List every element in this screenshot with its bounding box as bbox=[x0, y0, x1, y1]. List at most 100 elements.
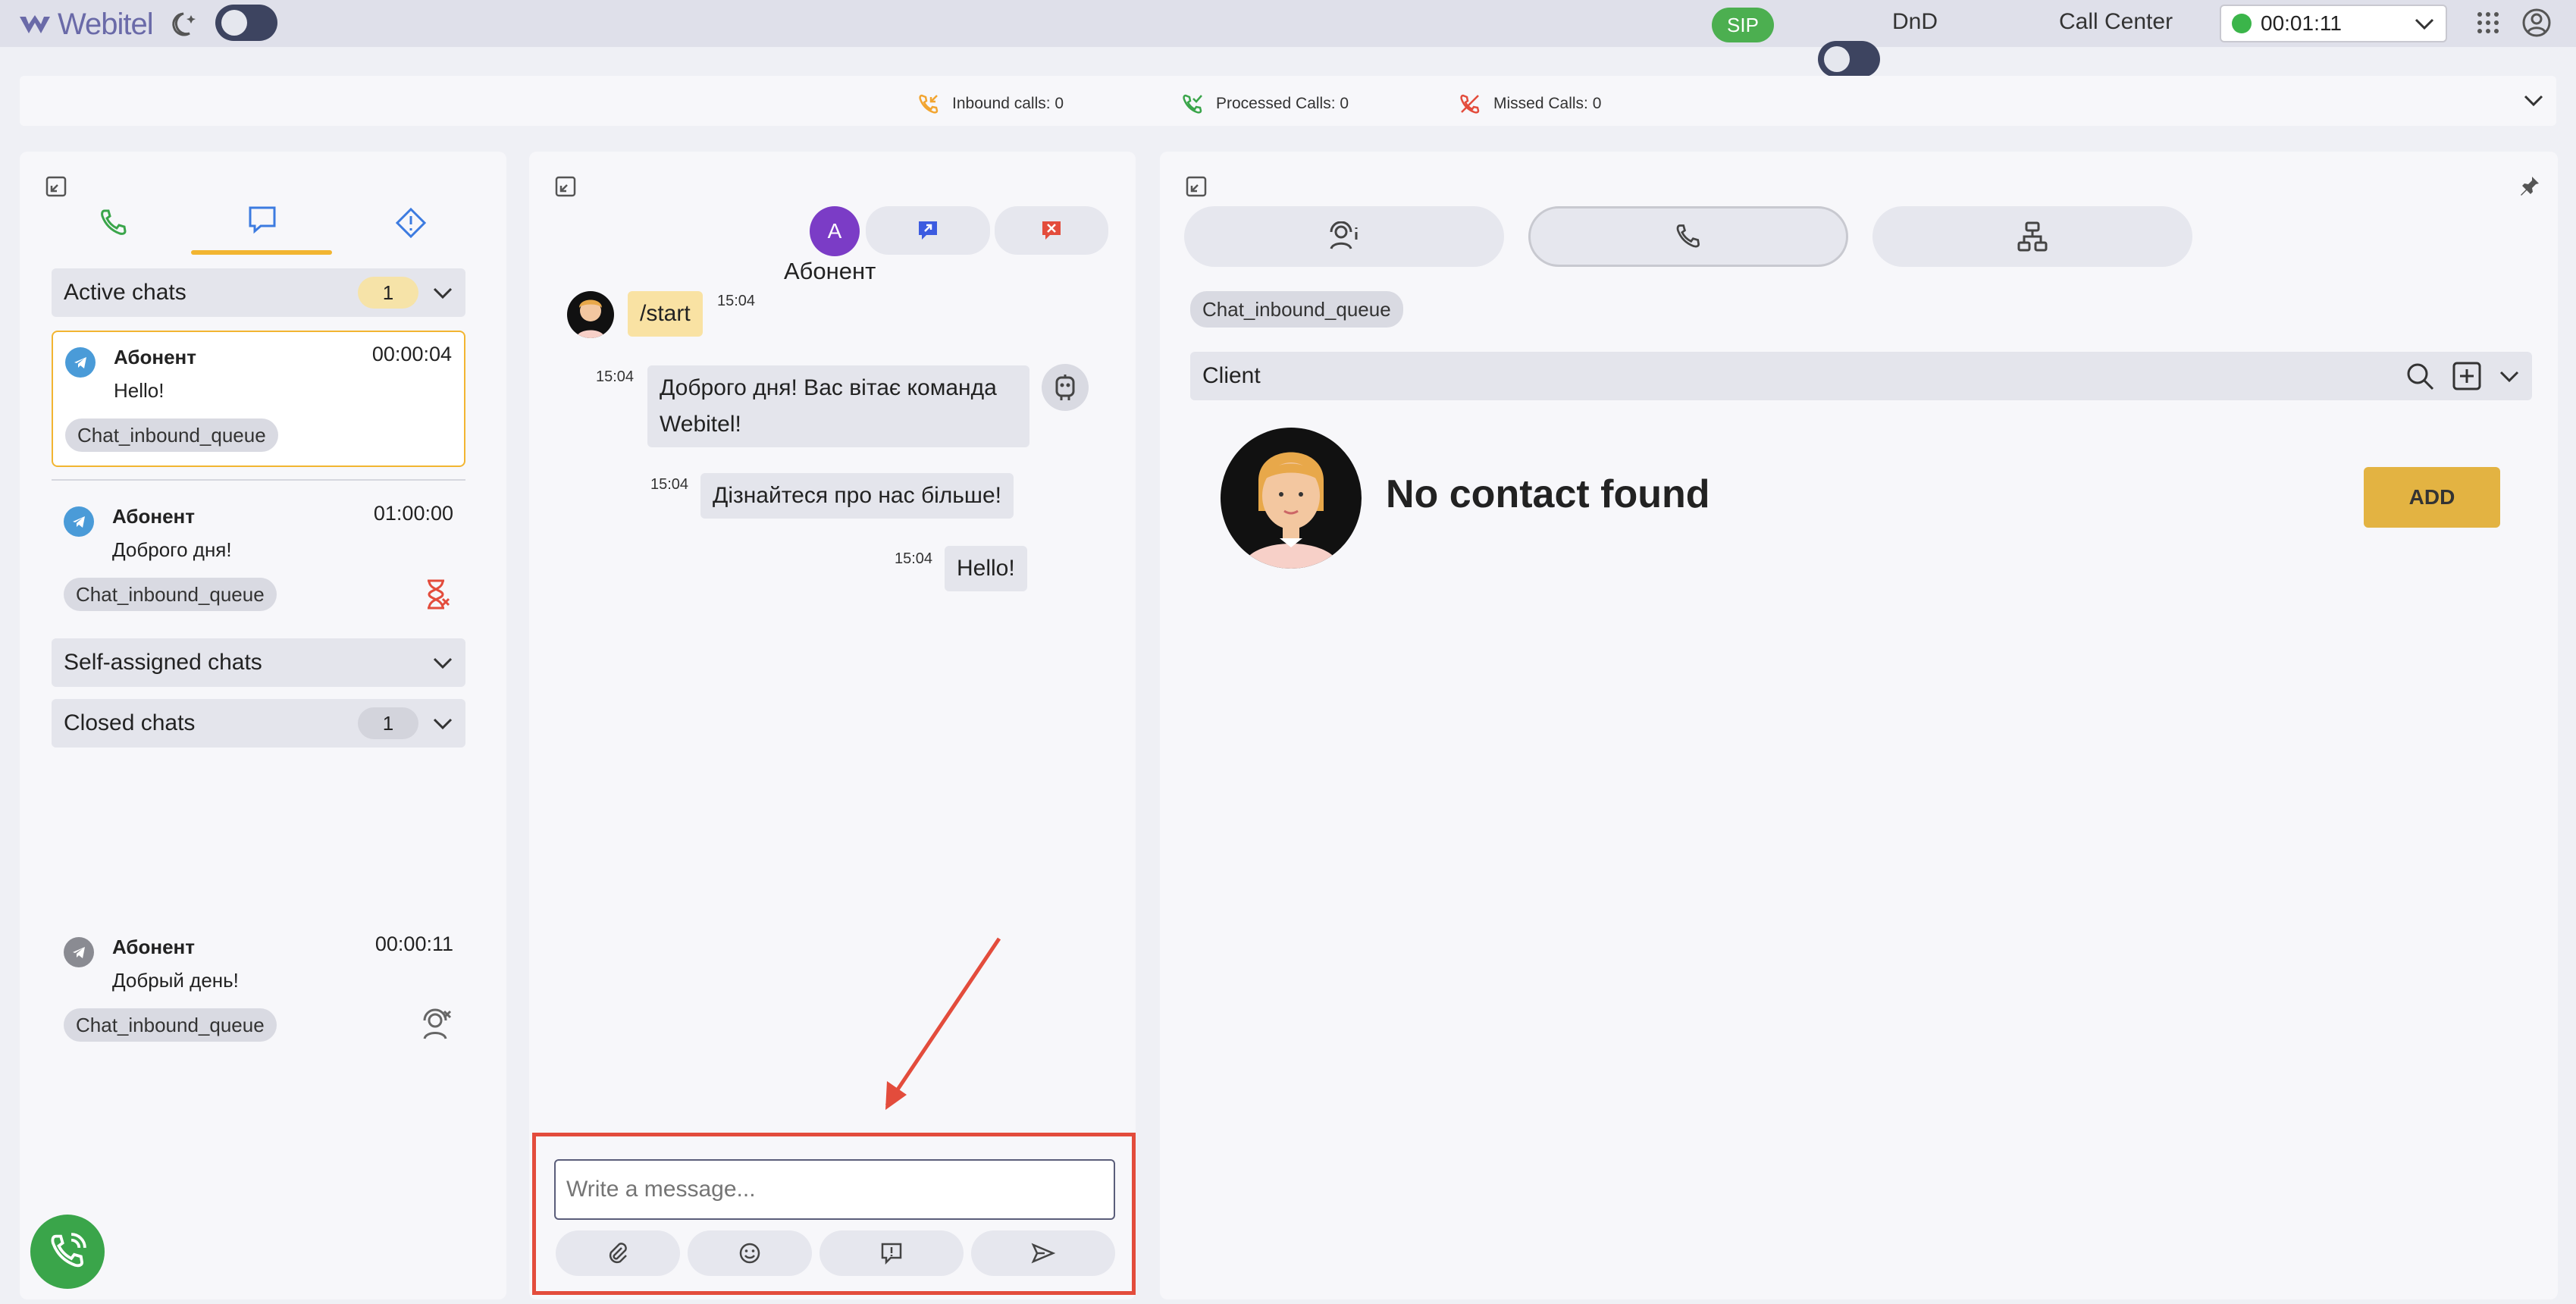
sip-status-badge: SIP bbox=[1712, 8, 1774, 42]
chevron-down-icon bbox=[2415, 18, 2434, 30]
inbound-calls-text: Inbound calls: 0 bbox=[952, 95, 1064, 112]
chat-last-message: Добрый день! bbox=[112, 969, 239, 992]
active-tab-underline bbox=[191, 250, 332, 255]
user-account-icon[interactable] bbox=[2521, 8, 2552, 38]
status-timer: 00:01:11 bbox=[2261, 11, 2342, 35]
missed-calls-text: Missed Calls: 0 bbox=[1493, 95, 1602, 112]
robot-icon bbox=[1055, 375, 1075, 400]
emoji-icon bbox=[739, 1243, 760, 1264]
chat-timer: 00:00:11 bbox=[374, 933, 453, 955]
collapse-icon[interactable] bbox=[45, 176, 67, 197]
chat-list-panel: Active chats 1 Абонент 00:00:04 Hello! C… bbox=[20, 152, 506, 1299]
missed-calls-stat: Missed Calls: 0 bbox=[1459, 92, 1601, 115]
message-time: 15:04 bbox=[596, 368, 635, 385]
agent-status-select[interactable]: 00:01:11 bbox=[2220, 5, 2447, 42]
logo-text: Webitel bbox=[58, 8, 154, 41]
tab-flow[interactable] bbox=[1872, 206, 2192, 267]
phone-call-icon bbox=[51, 1233, 86, 1268]
closed-chats-header[interactable]: Closed chats 1 bbox=[52, 699, 465, 748]
chat-contact-name: Абонент bbox=[114, 346, 196, 368]
dnd-toggle[interactable] bbox=[1818, 41, 1880, 77]
client-section-header: Client bbox=[1190, 352, 2532, 400]
contact-name: Абонент bbox=[784, 258, 876, 284]
chat-contact-name: Абонент bbox=[112, 936, 195, 958]
transfer-chat-button[interactable] bbox=[866, 206, 990, 255]
processed-calls-stat: Processed Calls: 0 bbox=[1181, 92, 1349, 115]
add-contact-button[interactable]: ADD bbox=[2364, 467, 2500, 528]
emoji-button[interactable] bbox=[688, 1230, 812, 1276]
active-chats-count: 1 bbox=[358, 277, 418, 309]
closed-chat-card[interactable]: Абонент 00:00:11 Добрый день! Chat_inbou… bbox=[52, 922, 465, 1058]
top-bar: Webitel SIP DnD Call Center 00:01:11 bbox=[0, 0, 2576, 114]
inbound-calls-stat: Inbound calls: 0 bbox=[917, 92, 1064, 115]
add-contact-icon[interactable] bbox=[2452, 361, 2482, 391]
floating-call-button[interactable] bbox=[30, 1215, 105, 1289]
telegram-icon bbox=[64, 937, 94, 967]
queue-tag: Chat_inbound_queue bbox=[64, 578, 277, 611]
calls-tab-phone-icon[interactable] bbox=[97, 206, 130, 240]
attach-button[interactable] bbox=[556, 1230, 680, 1276]
tab-chats[interactable] bbox=[191, 202, 332, 256]
chat-timer: 01:00:00 bbox=[373, 502, 453, 525]
message-input[interactable] bbox=[554, 1159, 1115, 1220]
chat-last-message: Hello! bbox=[114, 379, 165, 402]
chevron-down-icon[interactable] bbox=[2499, 368, 2520, 384]
message-bubble-client: /start bbox=[628, 291, 703, 337]
chat-panel: A Абонент /start 15:04 15:04 Доброго дня… bbox=[529, 152, 1136, 1299]
transfer-chat-icon bbox=[919, 221, 937, 240]
message-bubble-bot: Hello! bbox=[945, 546, 1027, 591]
call-center-label: Call Center bbox=[2059, 9, 2173, 34]
tab-calls[interactable] bbox=[1528, 206, 1848, 267]
logo: Webitel bbox=[18, 8, 154, 42]
divider bbox=[52, 479, 465, 481]
agent-info-icon bbox=[1330, 221, 1358, 249]
chevron-down-icon bbox=[433, 718, 453, 730]
message-time: 15:04 bbox=[717, 293, 756, 309]
search-icon[interactable] bbox=[2405, 361, 2435, 391]
missed-call-icon bbox=[1460, 94, 1480, 114]
send-icon bbox=[1031, 1243, 1055, 1264]
chat-contact-name: Абонент bbox=[112, 505, 195, 528]
active-chats-header[interactable]: Active chats 1 bbox=[52, 268, 465, 317]
chevron-down-icon bbox=[433, 287, 453, 299]
message-bubble-bot: Дізнайтеся про нас більше! bbox=[700, 473, 1014, 519]
chevron-down-icon bbox=[433, 657, 453, 669]
client-info-panel: Chat_inbound_queue Client No contact fou… bbox=[1160, 152, 2558, 1299]
chat-bubble-icon bbox=[249, 206, 276, 234]
processed-calls-text: Processed Calls: 0 bbox=[1216, 95, 1349, 112]
quick-reply-icon bbox=[881, 1243, 902, 1265]
message-bubble-bot: Доброго дня! Вас вітає команда Webitel! bbox=[647, 365, 1029, 447]
quick-reply-button[interactable] bbox=[819, 1230, 964, 1276]
chat-card[interactable]: Абонент 01:00:00 Доброго дня! Chat_inbou… bbox=[52, 491, 465, 628]
contact-avatar: A bbox=[810, 206, 860, 256]
closed-chats-count: 1 bbox=[358, 707, 418, 739]
client-avatar bbox=[567, 291, 614, 338]
inbound-call-icon bbox=[919, 94, 939, 114]
close-chat-button[interactable] bbox=[995, 206, 1108, 255]
pin-icon[interactable] bbox=[2518, 174, 2541, 197]
self-assigned-chats-header[interactable]: Self-assigned chats bbox=[52, 638, 465, 687]
chevron-down-icon[interactable] bbox=[2523, 92, 2544, 108]
collapse-icon[interactable] bbox=[1186, 176, 1207, 197]
composer-highlight bbox=[532, 1133, 1136, 1295]
hourglass-timeout-icon bbox=[428, 579, 450, 610]
section-title: Self-assigned chats bbox=[64, 650, 262, 675]
collapse-icon[interactable] bbox=[555, 176, 576, 197]
no-contact-heading: No contact found bbox=[1386, 472, 1710, 516]
night-mode-icon[interactable] bbox=[170, 9, 200, 39]
webitel-logo-icon bbox=[20, 14, 50, 33]
apps-grid-icon[interactable] bbox=[2476, 11, 2500, 35]
theme-toggle[interactable] bbox=[215, 5, 277, 41]
phone-icon bbox=[1676, 224, 1700, 248]
flow-routing-icon bbox=[2017, 221, 2048, 252]
queue-tag: Chat_inbound_queue bbox=[65, 418, 278, 452]
diamond-alert-icon[interactable] bbox=[394, 206, 428, 240]
status-dot bbox=[2232, 14, 2252, 33]
chat-card-active[interactable]: Абонент 00:00:04 Hello! Chat_inbound_que… bbox=[52, 331, 465, 467]
tab-client-info[interactable] bbox=[1184, 206, 1504, 267]
send-button[interactable] bbox=[971, 1230, 1115, 1276]
client-label: Client bbox=[1202, 363, 1261, 388]
paperclip-icon bbox=[609, 1243, 627, 1264]
dnd-label: DnD bbox=[1892, 9, 1938, 34]
processed-call-icon bbox=[1183, 94, 1202, 114]
